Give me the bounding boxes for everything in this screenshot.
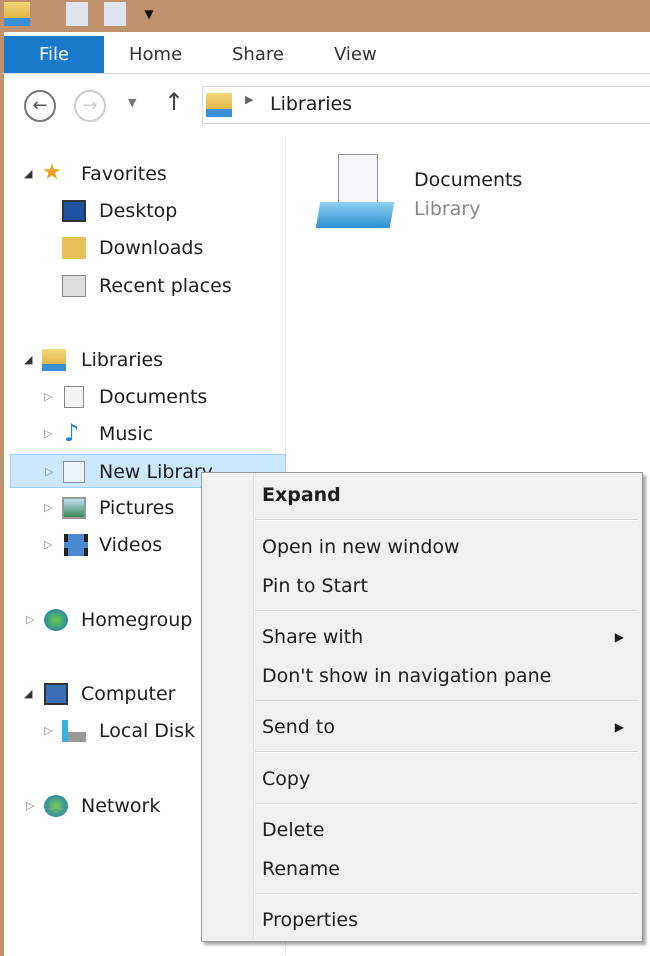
expand-icon[interactable]: ▷ [26,603,34,637]
nav-label: Favorites [81,163,167,185]
new-folder-icon[interactable] [104,2,126,26]
nav-label: Music [99,423,154,445]
tab-share[interactable]: Share [232,36,284,73]
documents-icon [64,386,84,408]
tab-file[interactable]: File [4,36,104,73]
menu-item-dont-show[interactable]: Don't show in navigation pane [262,661,632,691]
library-item-documents[interactable]: Documents Library [315,152,558,232]
expand-icon[interactable]: ▷ [26,789,34,823]
nav-label: Libraries [81,349,164,371]
expand-icon[interactable]: ▷ [44,491,52,525]
nav-label: Documents [99,386,208,408]
menu-separator [255,519,638,521]
collapse-icon[interactable]: ◢ [24,677,32,711]
nav-label: New Library [99,461,213,483]
expand-icon[interactable]: ▷ [44,417,52,451]
menu-item-label: Send to [262,716,335,738]
customize-toolbar-icon[interactable]: ▼ [140,2,158,26]
pictures-icon [62,497,86,519]
music-icon: ♪ [64,419,80,447]
item-type: Library [414,198,481,220]
menu-separator [255,610,638,612]
nav-label: Desktop [99,200,178,222]
local-disk-icon [62,720,86,742]
expand-icon[interactable]: ▷ [44,528,52,562]
network-icon [44,795,68,817]
breadcrumb-libraries[interactable]: Libraries [270,93,352,115]
title-bar: ▼ [0,0,650,32]
star-icon: ★ [42,160,62,185]
computer-icon [44,683,68,705]
recent-locations-chevron-icon[interactable]: ▼ [128,96,136,109]
collapse-icon[interactable]: ◢ [24,343,32,377]
menu-item-copy[interactable]: Copy [262,764,632,794]
nav-label: Downloads [99,237,204,259]
menu-separator [255,803,638,805]
menu-item-label: Share with [262,626,364,648]
nav-label: Videos [99,534,163,556]
menu-separator [255,893,638,895]
tab-home[interactable]: Home [129,36,182,73]
expand-icon[interactable]: ▷ [45,455,53,489]
breadcrumb-chevron-icon[interactable]: ▶ [245,93,253,106]
expand-icon[interactable]: ▷ [44,380,52,414]
menu-item-properties[interactable]: Properties [262,905,632,935]
navigation-bar: ← → ▼ ↑ ▶ Libraries [0,74,650,136]
menu-item-expand[interactable]: Expand [262,480,632,510]
nav-label: Homegroup [81,609,193,631]
ribbon-tabs: File Home Share View [0,32,650,74]
libraries-icon [42,349,66,371]
new-library-icon [63,461,85,483]
homegroup-icon [44,609,68,631]
menu-item-share-with[interactable]: Share with ▶ [262,622,632,652]
nav-label: Pictures [99,497,175,519]
tab-view[interactable]: View [334,36,377,73]
desktop-icon [62,200,86,222]
nav-label: Network [81,795,161,817]
submenu-arrow-icon: ▶ [614,630,624,644]
menu-item-delete[interactable]: Delete [262,815,632,845]
expand-icon[interactable]: ▷ [44,714,52,748]
forward-button[interactable]: → [74,90,106,122]
up-arrow-icon[interactable]: ↑ [164,88,184,116]
submenu-arrow-icon: ▶ [614,720,624,734]
downloads-icon [62,237,86,259]
nav-label: Computer [81,683,176,705]
libraries-icon [206,93,232,117]
menu-item-rename[interactable]: Rename [262,854,632,884]
context-menu: Expand Open in new window Pin to Start S… [201,472,643,942]
collapse-icon[interactable]: ◢ [24,157,32,191]
menu-gutter [253,475,255,939]
menu-separator [255,700,638,702]
back-button[interactable]: ← [24,90,56,122]
documents-library-icon [315,152,395,230]
libraries-folder-icon [4,2,30,26]
item-name: Documents [414,169,523,191]
menu-item-send-to[interactable]: Send to ▶ [262,712,632,742]
videos-icon [64,534,88,556]
address-input[interactable]: ▶ Libraries [202,86,650,124]
nav-label: Recent places [99,275,232,297]
menu-item-open-new-window[interactable]: Open in new window [262,532,632,562]
menu-separator [255,751,638,753]
menu-item-pin-to-start[interactable]: Pin to Start [262,571,632,601]
recent-places-icon [62,275,86,297]
properties-icon[interactable] [66,2,88,26]
